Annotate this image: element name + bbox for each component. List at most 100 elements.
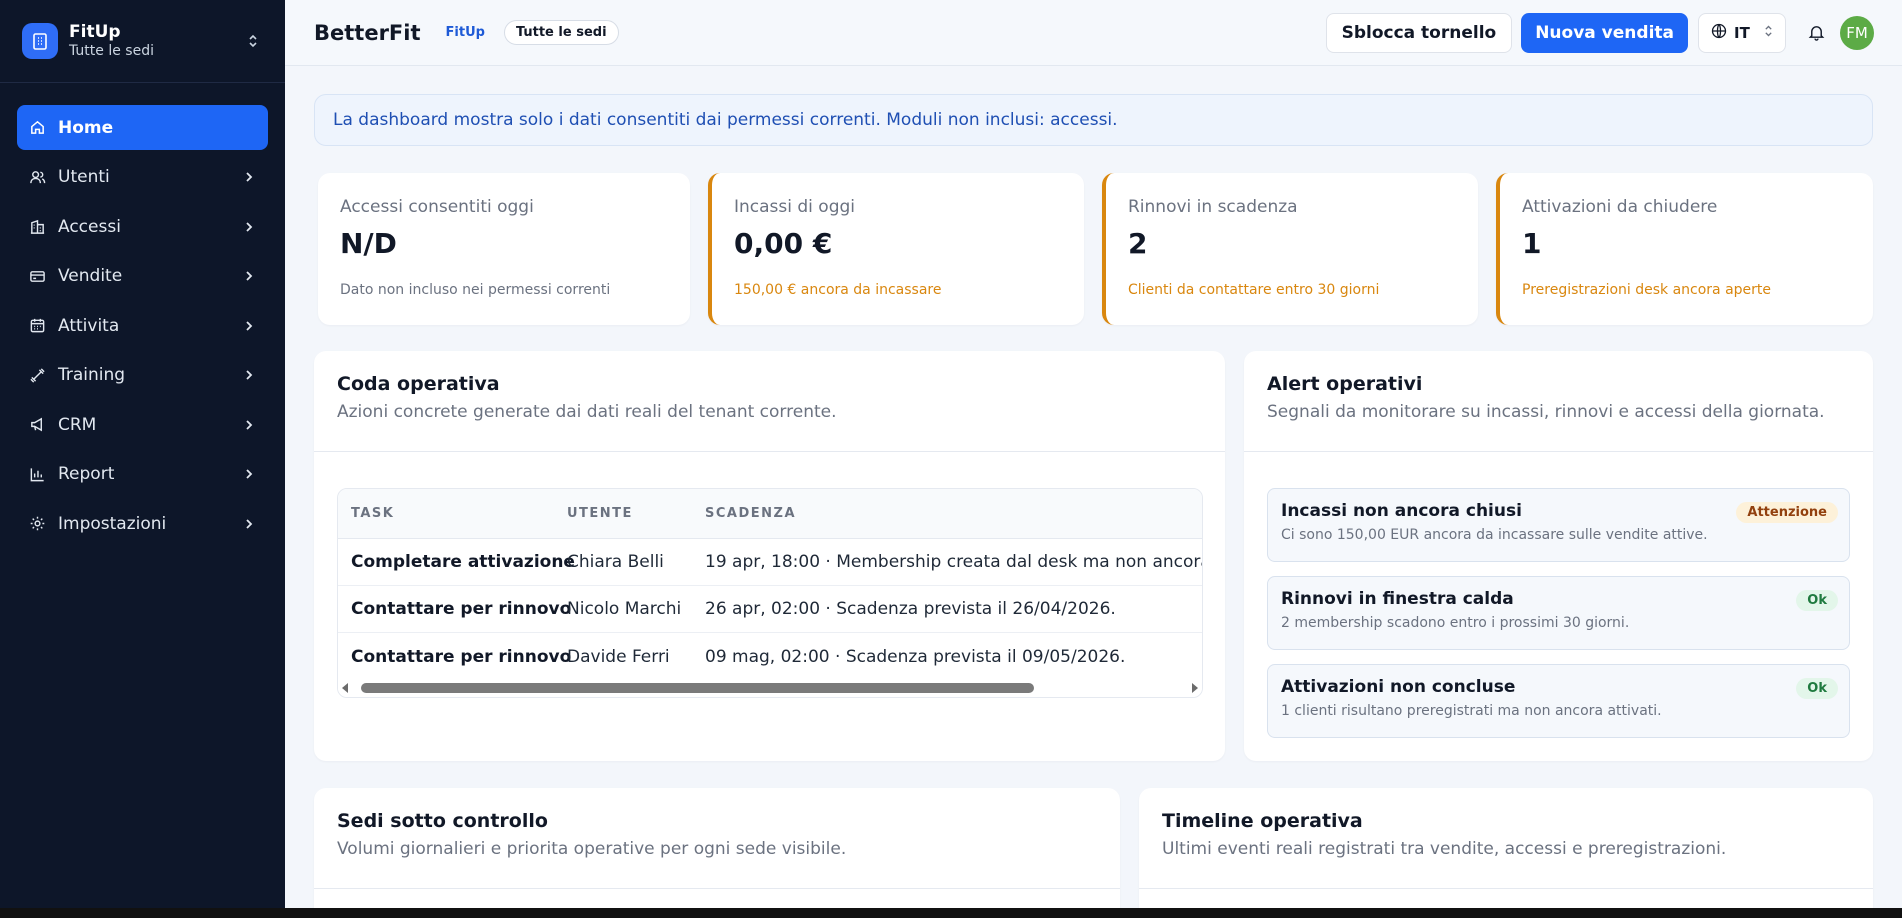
kpi-label: Rinnovi in scadenza (1128, 197, 1298, 217)
bell-icon[interactable] (1798, 15, 1834, 51)
alert-title: Attivazioni non concluse (1281, 677, 1516, 697)
status-badge: Ok (1796, 590, 1838, 611)
nav-item-attivita[interactable]: Attivita (17, 303, 268, 348)
nav-item-vendite[interactable]: Vendite (17, 254, 268, 299)
chevron-right-icon (243, 220, 255, 234)
column-header-task[interactable]: TASK (338, 506, 554, 521)
table-row[interactable]: Contattare per rinnovo Davide Ferri 09 m… (338, 633, 1202, 680)
card-header: Timeline operativa Ultimi eventi reali r… (1139, 788, 1873, 889)
nav-item-accessi[interactable]: Accessi (17, 204, 268, 249)
nav-label: CRM (58, 414, 97, 435)
queue-card: Coda operativa Azioni concrete generate … (314, 351, 1225, 761)
cell-due: 19 apr, 18:00 · Membership creata dal de… (705, 552, 1202, 572)
alerts-list: Incassi non ancora chiusi Ci sono 150,00… (1267, 488, 1850, 752)
timeline-card: Timeline operativa Ultimi eventi reali r… (1139, 788, 1873, 918)
chevron-right-icon (243, 170, 255, 184)
card-subtitle: Volumi giornalieri e priorita operative … (337, 839, 847, 859)
card-header: Alert operativi Segnali da monitorare su… (1244, 351, 1873, 452)
card-icon (28, 267, 46, 285)
building-icon (28, 218, 46, 236)
new-sale-button[interactable]: Nuova vendita (1521, 12, 1688, 53)
card-header: Coda operativa Azioni concrete generate … (314, 351, 1225, 452)
card-header: Sedi sotto controllo Volumi giornalieri … (314, 788, 1120, 889)
language-selector[interactable]: IT (1698, 12, 1786, 53)
kpi-note: Clienti da contattare entro 30 giorni (1128, 282, 1380, 298)
os-taskbar (0, 908, 1902, 918)
scroll-right-icon[interactable] (1188, 683, 1202, 693)
permissions-notice: La dashboard mostra solo i dati consenti… (314, 94, 1873, 146)
kpi-label: Accessi consentiti oggi (340, 197, 534, 217)
alert-item[interactable]: Attivazioni non concluse 1 clienti risul… (1267, 664, 1850, 738)
alert-description: 1 clienti risultano preregistrati ma non… (1281, 703, 1662, 719)
nav-item-crm[interactable]: CRM (17, 402, 268, 447)
unlock-turnstile-button[interactable]: Sblocca tornello (1325, 12, 1513, 53)
chevron-right-icon (243, 269, 255, 283)
nav-label: Home (58, 117, 114, 138)
card-subtitle: Azioni concrete generate dai dati reali … (337, 402, 837, 422)
kpi-value: N/D (340, 227, 397, 260)
nav-item-impostazioni[interactable]: Impostazioni (17, 501, 268, 546)
column-header-utente[interactable]: UTENTE (554, 506, 692, 521)
nav-item-report[interactable]: Report (17, 452, 268, 497)
status-badge: Attenzione (1736, 502, 1838, 523)
nav-label: Attivita (58, 315, 120, 336)
kpi-card-rinnovi: Rinnovi in scadenza 2 Clienti da contatt… (1102, 173, 1478, 325)
org-pill: FitUp (445, 25, 485, 40)
alert-description: 2 membership scadono entro i prossimi 30… (1281, 615, 1630, 631)
queue-table: TASK UTENTE SCADENZA Completare attivazi… (337, 488, 1203, 698)
app-title: BetterFit (314, 20, 421, 45)
card-title: Coda operativa (337, 373, 500, 395)
chevron-right-icon (243, 517, 255, 531)
tenant-scope: Tutte le sedi (69, 43, 154, 59)
table-row[interactable]: Completare attivazione Chiara Belli 19 a… (338, 539, 1202, 586)
nav-label: Impostazioni (58, 513, 167, 534)
language-code: IT (1734, 23, 1750, 42)
cell-due: 26 apr, 02:00 · Scadenza prevista il 26/… (705, 599, 1116, 619)
cell-user: Chiara Belli (567, 552, 664, 572)
scrollbar-track[interactable] (352, 682, 1188, 694)
kpi-card-incassi: Incassi di oggi 0,00 € 150,00 € ancora d… (708, 173, 1084, 325)
alerts-card: Alert operativi Segnali da monitorare su… (1244, 351, 1873, 761)
card-title: Timeline operativa (1162, 810, 1363, 832)
chevron-right-icon (243, 418, 255, 432)
chevron-up-down-icon (243, 29, 263, 53)
nav-item-utenti[interactable]: Utenti (17, 155, 268, 200)
card-title: Sedi sotto controllo (337, 810, 548, 832)
nav-item-training[interactable]: Training (17, 353, 268, 398)
cell-user: Nicolo Marchi (567, 599, 682, 619)
kpi-value: 1 (1522, 227, 1542, 260)
kpi-card-attivazioni: Attivazioni da chiudere 1 Preregistrazio… (1496, 173, 1873, 325)
tenant-name: FitUp (69, 22, 121, 42)
main-nav: Home Utenti Accessi Vendite Attivita Tra… (0, 83, 285, 546)
status-badge: Ok (1796, 678, 1838, 699)
users-icon (28, 168, 46, 186)
megaphone-icon (28, 416, 46, 434)
scroll-left-icon[interactable] (338, 683, 352, 693)
cell-task: Completare attivazione (351, 552, 575, 572)
cell-task: Contattare per rinnovo (351, 599, 572, 619)
table-row[interactable]: Contattare per rinnovo Nicolo Marchi 26 … (338, 586, 1202, 633)
calendar-icon (28, 317, 46, 335)
alert-item[interactable]: Rinnovi in finestra calda 2 membership s… (1267, 576, 1850, 650)
kpi-value: 2 (1128, 227, 1148, 260)
horizontal-scrollbar[interactable] (338, 679, 1202, 697)
kpi-card-accessi: Accessi consentiti oggi N/D Dato non inc… (318, 173, 690, 325)
tenant-switcher[interactable]: FitUp Tutte le sedi (0, 0, 285, 83)
home-icon (28, 119, 46, 137)
nav-label: Accessi (58, 216, 121, 237)
chevron-right-icon (243, 467, 255, 481)
cell-user: Davide Ferri (567, 646, 670, 667)
nav-label: Utenti (58, 167, 110, 187)
scrollbar-thumb[interactable] (361, 683, 1034, 693)
chevron-up-down-icon (1764, 24, 1773, 42)
alert-item[interactable]: Incassi non ancora chiusi Ci sono 150,00… (1267, 488, 1850, 562)
dumbbell-icon (28, 366, 46, 384)
nav-item-home[interactable]: Home (17, 105, 268, 150)
user-avatar[interactable]: FM (1840, 15, 1874, 50)
column-header-scadenza[interactable]: SCADENZA (692, 506, 1202, 521)
cell-task: Contattare per rinnovo (351, 646, 572, 667)
sidebar: FitUp Tutte le sedi Home Utenti Accessi … (0, 0, 285, 908)
nav-label: Training (58, 365, 126, 385)
gear-icon (28, 515, 46, 533)
chevron-right-icon (243, 319, 255, 333)
